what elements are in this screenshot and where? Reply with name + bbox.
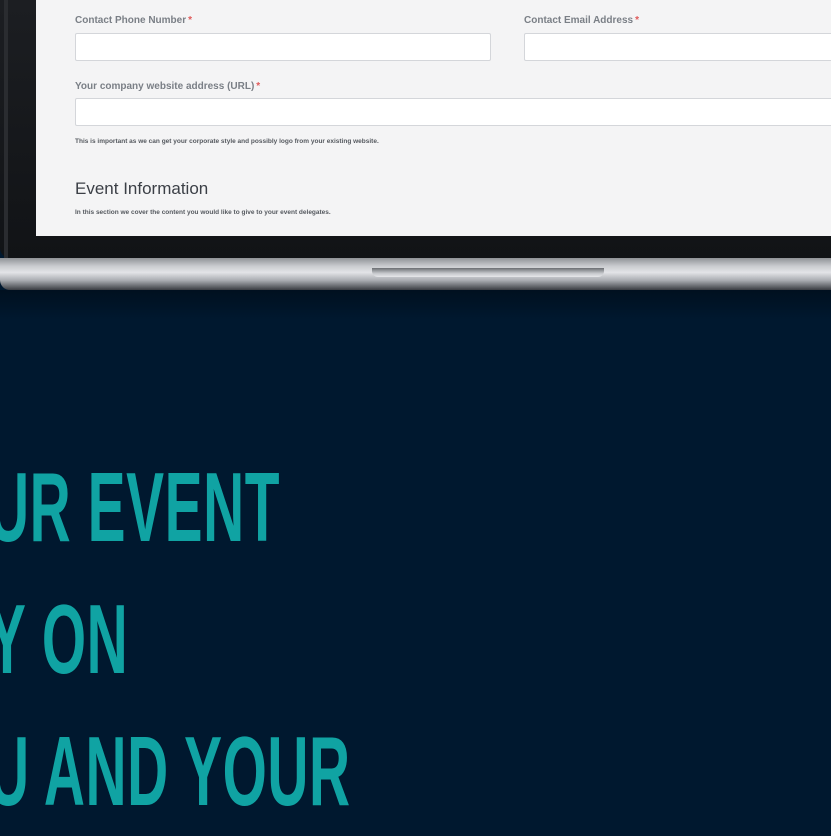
laptop-screen: Contact Phone Number * Contact Email Addr… (36, 0, 831, 236)
required-mark: * (635, 15, 640, 26)
headline-line-1: UR EVENT (0, 452, 281, 562)
laptop-hinge-notch (372, 268, 604, 277)
phone-label-text: Contact Phone Number (75, 15, 187, 26)
phone-input[interactable] (75, 33, 491, 61)
promo-scene: Contact Phone Number * Contact Email Addr… (0, 0, 831, 836)
section-description: In this section we cover the content you… (75, 209, 331, 216)
website-label: Your company website address (URL) * (75, 81, 260, 92)
email-label: Contact Email Address * (524, 15, 639, 26)
required-mark: * (188, 15, 193, 26)
email-label-text: Contact Email Address (524, 15, 634, 26)
laptop-lid: Contact Phone Number * Contact Email Addr… (0, 0, 831, 258)
headline-line-2: Y ON (0, 584, 129, 694)
phone-label: Contact Phone Number * (75, 15, 192, 26)
section-title: Event Information (75, 179, 209, 198)
website-input[interactable] (75, 98, 831, 126)
required-mark: * (256, 81, 261, 92)
laptop-shadow (0, 290, 831, 320)
website-hint: This is important as we can get your cor… (75, 138, 379, 145)
website-label-text: Your company website address (URL) (75, 81, 255, 92)
headline-line-3: U AND YOUR (0, 716, 351, 826)
email-input[interactable] (524, 33, 831, 61)
